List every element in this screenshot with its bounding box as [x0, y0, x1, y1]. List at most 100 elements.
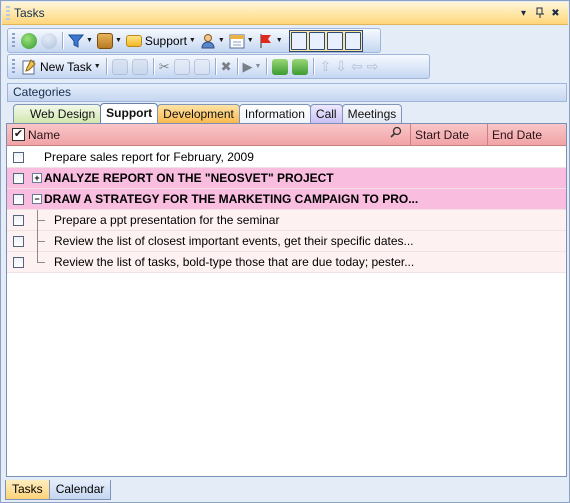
- calendar-icon: [229, 34, 245, 48]
- search-icon[interactable]: [390, 126, 402, 141]
- task-title: DRAW A STRATEGY FOR THE MARKETING CAMPAI…: [44, 192, 419, 206]
- close-icon[interactable]: ✖: [549, 7, 562, 20]
- print-button[interactable]: [130, 56, 150, 77]
- header-check-column[interactable]: ✔: [9, 124, 25, 146]
- title-grip: [6, 5, 10, 21]
- arrow-down-icon: ⇩: [335, 58, 347, 74]
- chevron-down-icon: ▼: [254, 63, 262, 70]
- support-label: Support: [144, 33, 187, 48]
- select-all-checkbox[interactable]: ✔: [12, 128, 25, 141]
- toolbar-separator: [236, 58, 238, 75]
- window-title: Tasks: [14, 6, 45, 20]
- chevron-down-icon: ▼: [114, 37, 122, 44]
- view-mode-group: [288, 29, 363, 52]
- move-up-button[interactable]: ⇧: [317, 56, 333, 77]
- filter-button[interactable]: ▼: [66, 30, 95, 51]
- table-row[interactable]: Review the list of closest important eve…: [7, 231, 566, 252]
- task-checkbox[interactable]: [13, 173, 24, 184]
- add-subtask-button[interactable]: [270, 56, 290, 77]
- task-grid: ✔ Name Start Date End Date Prepare sales…: [6, 123, 567, 477]
- expand-icon[interactable]: +: [32, 173, 42, 183]
- add-subtask-icon: [272, 58, 289, 75]
- tab-web-design[interactable]: Web Design: [13, 104, 102, 124]
- table-row[interactable]: − DRAW A STRATEGY FOR THE MARKETING CAMP…: [7, 189, 566, 210]
- dropdown-icon[interactable]: ▾: [517, 7, 530, 20]
- task-title: Review the list of closest important eve…: [54, 234, 414, 248]
- chevron-down-icon: ▼: [246, 37, 254, 44]
- task-checkbox[interactable]: [13, 152, 24, 163]
- tab-development[interactable]: Development: [157, 104, 240, 124]
- flag-icon: [260, 33, 271, 48]
- view-tasks-icon[interactable]: [290, 31, 307, 50]
- toolbar-edit: New Task ▼ ✂ ✖ ▶ ▼ ⇧ ⇩ ⇦ ⇨: [7, 54, 430, 79]
- user-button[interactable]: ▼: [198, 30, 227, 51]
- delete-icon: ✖: [220, 58, 232, 74]
- filter-icon: [68, 34, 84, 48]
- properties-icon: [111, 58, 128, 75]
- task-checkbox[interactable]: [13, 236, 24, 247]
- view-download-icon[interactable]: [326, 31, 343, 50]
- toolbar-separator: [214, 58, 216, 75]
- pin-icon[interactable]: [533, 7, 546, 20]
- flag-button[interactable]: ▼: [256, 30, 285, 51]
- tab-information[interactable]: Information: [238, 104, 311, 124]
- user-icon: [201, 33, 215, 48]
- calendar-button[interactable]: ▼: [227, 30, 256, 51]
- tasks-window: Tasks ▾ ✖ ▼ ▼ Support ▼ ▼ ▼ ▼ New Task ▼…: [0, 0, 570, 503]
- new-task-label: New Task: [40, 59, 92, 74]
- folder-icon: [125, 34, 142, 47]
- forward-button[interactable]: [39, 30, 59, 51]
- table-row[interactable]: Review the list of tasks, bold-type thos…: [7, 252, 566, 273]
- briefcase-icon: [96, 32, 113, 49]
- new-task-button[interactable]: New Task ▼: [19, 56, 103, 77]
- chevron-down-icon: ▼: [188, 37, 196, 44]
- toolbar-grip[interactable]: [12, 32, 15, 49]
- categories-header: Categories: [7, 83, 567, 102]
- collapse-icon[interactable]: −: [32, 194, 42, 204]
- tab-call[interactable]: Call: [309, 104, 343, 124]
- grid-header: ✔ Name Start Date End Date: [7, 124, 566, 146]
- table-row[interactable]: Prepare sales report for February, 2009: [7, 147, 566, 168]
- move-down-button[interactable]: ⇩: [333, 56, 349, 77]
- mark-button[interactable]: ▶ ▼: [241, 56, 264, 77]
- view-sync-icon[interactable]: [344, 31, 361, 50]
- delete-button[interactable]: ✖: [219, 56, 234, 77]
- tab-support[interactable]: Support: [100, 103, 159, 124]
- toolbar-grip[interactable]: [12, 58, 15, 75]
- header-name[interactable]: Name: [28, 124, 408, 146]
- toolbar-separator: [62, 32, 63, 49]
- paste-button[interactable]: [192, 56, 212, 77]
- tab-meetings[interactable]: Meetings: [341, 104, 403, 124]
- task-title: Prepare sales report for February, 2009: [44, 150, 254, 164]
- header-end-date[interactable]: End Date: [487, 124, 566, 146]
- header-start-date[interactable]: Start Date: [410, 124, 485, 146]
- copy-button[interactable]: [172, 56, 192, 77]
- arrow-up-icon: ⇧: [319, 58, 332, 74]
- tab-calendar[interactable]: Calendar: [48, 480, 112, 500]
- task-checkbox[interactable]: [13, 257, 24, 268]
- view-filter-icon[interactable]: [308, 31, 325, 50]
- title-bar: Tasks ▾ ✖: [2, 2, 568, 25]
- chevron-down-icon: ▼: [86, 37, 93, 44]
- category-support-button[interactable]: Support ▼: [124, 30, 198, 51]
- briefcase-button[interactable]: ▼: [95, 30, 124, 51]
- indent-button[interactable]: ⇨: [365, 56, 381, 77]
- tab-tasks[interactable]: Tasks: [5, 480, 50, 500]
- paste-icon: [193, 58, 210, 75]
- toolbar-separator: [266, 58, 268, 75]
- tree-connector: [37, 241, 45, 242]
- back-button[interactable]: [19, 30, 39, 51]
- arrow-right-icon: ⇨: [366, 58, 379, 74]
- chevron-down-icon: ▼: [275, 37, 283, 44]
- properties-button[interactable]: [110, 56, 130, 77]
- indent-up-button[interactable]: [290, 56, 310, 77]
- outdent-button[interactable]: ⇦: [349, 56, 365, 77]
- table-row[interactable]: + ANALYZE REPORT ON THE "NEOSVET" PROJEC…: [7, 168, 566, 189]
- tree-line: [37, 210, 38, 263]
- task-checkbox[interactable]: [13, 194, 24, 205]
- bottom-tabs: Tasks Calendar: [5, 480, 112, 500]
- tree-connector: [37, 262, 45, 263]
- table-row[interactable]: Prepare a ppt presentation for the semin…: [7, 210, 566, 231]
- cut-button[interactable]: ✂: [157, 56, 172, 77]
- task-checkbox[interactable]: [13, 215, 24, 226]
